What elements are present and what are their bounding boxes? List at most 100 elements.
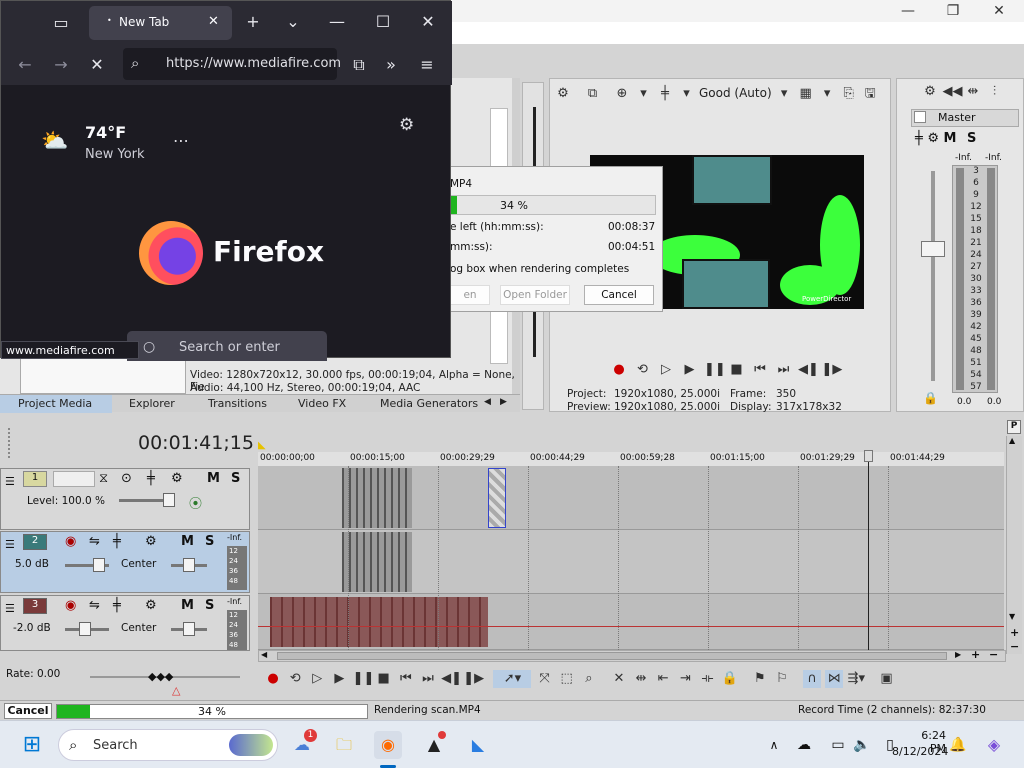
tab-overview-icon[interactable]: ▭ xyxy=(49,13,73,32)
audio-clip-event-3[interactable] xyxy=(270,597,488,647)
vertical-scrollbar[interactable]: ▲ ▼ + − xyxy=(1006,436,1022,654)
copy-snapshot-icon[interactable]: ⎘ xyxy=(840,85,858,103)
track-header-video-1[interactable]: ☰ 1 ⧖ ⊙ ╪ ⚙ M S Level: 100.0 % ⦿ xyxy=(0,468,250,530)
zoom-tool-icon[interactable]: ⌕ xyxy=(580,670,598,688)
normal-edit-tool-icon[interactable]: ➚▾ xyxy=(493,670,532,688)
url-bar[interactable]: ⌕ https://www.mediafire.com xyxy=(123,48,341,80)
marker-icon[interactable]: ⚑ xyxy=(751,670,769,688)
track-collapse-icon[interactable]: ☰ xyxy=(5,475,15,488)
back-arrow-icon[interactable]: ← xyxy=(13,55,37,74)
app-menu-icon[interactable]: ≡ xyxy=(415,55,439,74)
zoom-out-icon[interactable]: − xyxy=(1010,640,1019,653)
pause-icon[interactable]: ❚❚ xyxy=(353,670,375,688)
overlay-dropdown-icon[interactable]: ▾ xyxy=(818,85,836,103)
stop-icon[interactable]: ■ xyxy=(375,670,393,688)
track-solo-button[interactable]: S xyxy=(231,471,240,486)
master-s-button[interactable]: S xyxy=(967,131,976,146)
master-settings2-icon[interactable]: ⚙ xyxy=(927,131,939,146)
track-arm-record-icon[interactable]: ◉ xyxy=(65,598,76,613)
video-clip-events[interactable] xyxy=(342,468,412,528)
close-icon[interactable]: ✕ xyxy=(976,0,1022,22)
quality-dropdown-icon[interactable]: ▾ xyxy=(678,85,696,103)
track-name-field[interactable] xyxy=(53,471,95,487)
track-fx-icon[interactable]: ╪ xyxy=(113,534,121,549)
tab-explorer[interactable]: Explorer xyxy=(129,397,175,410)
timeline-ruler[interactable]: 00:00:00;00 00:00:15;00 00:00:29;29 00:00:4… xyxy=(258,452,1004,466)
taskbar-search-box[interactable]: ⌕ Search xyxy=(58,729,278,761)
network-disconnected-icon[interactable]: ☁ xyxy=(790,731,818,759)
scroll-down-icon[interactable]: ▼ xyxy=(1009,612,1015,621)
prev-frame-icon[interactable]: ◀❚ xyxy=(798,361,819,379)
pause-icon[interactable]: ❚❚ xyxy=(704,361,726,379)
scroll-up-icon[interactable]: ▲ xyxy=(1009,436,1015,445)
track-input-icon[interactable]: ⇋ xyxy=(89,598,100,613)
track-header-audio-2[interactable]: ☰ 2 ◉ ⇋ ╪ ⚙ M S -Inf. 5.0 dB Center 12 2… xyxy=(0,531,250,593)
master-lock-icon[interactable]: 🔒 xyxy=(923,391,938,405)
trim-icon[interactable]: ⇹ xyxy=(632,670,650,688)
track-solo-button[interactable]: S xyxy=(205,598,214,613)
timeline-zoom-out-icon[interactable]: − xyxy=(989,648,998,661)
go-to-end-icon[interactable]: ⏭ xyxy=(775,361,793,379)
track-pan-handle[interactable] xyxy=(183,622,195,636)
region-icon[interactable]: ⚐ xyxy=(773,670,791,688)
master-automation-icon[interactable]: ⫶ xyxy=(986,83,1004,101)
track-mute-button[interactable]: M xyxy=(207,471,220,486)
track-volume-handle[interactable] xyxy=(79,622,91,636)
track-motion-icon[interactable]: ⧖ xyxy=(99,471,108,486)
track-header-audio-3[interactable]: ☰ 3 ◉ ⇋ ╪ ⚙ M S -Inf. -2.0 dB Center 12 … xyxy=(0,595,250,651)
play-from-start-icon[interactable]: ▷ xyxy=(308,670,326,688)
scroll-left-icon[interactable]: ◀ xyxy=(261,650,267,659)
master-pan-icon[interactable]: ╪ xyxy=(915,131,923,146)
lock-icon[interactable]: 🔒 xyxy=(721,670,739,688)
overflow-chevrons-icon[interactable]: » xyxy=(379,55,403,74)
file-explorer-icon[interactable]: 🗀 xyxy=(330,731,358,759)
track-volume-handle[interactable] xyxy=(93,558,105,572)
stop-loading-icon[interactable]: ✕ xyxy=(85,55,109,74)
loop-icon[interactable]: ⟲ xyxy=(634,361,652,379)
next-frame-icon[interactable]: ❚▶ xyxy=(463,670,484,688)
play-icon[interactable]: ▶ xyxy=(681,361,699,379)
track-solo-button[interactable]: S xyxy=(205,534,214,549)
track-composite-icon[interactable]: ⊙ xyxy=(121,471,132,486)
vscode-like-app-icon[interactable]: ◣ xyxy=(464,731,492,759)
playhead-handle[interactable] xyxy=(864,450,873,462)
selected-video-event[interactable] xyxy=(488,468,506,528)
preview-quality-select[interactable]: Good (Auto) xyxy=(699,86,772,100)
master-settings-icon[interactable]: ⚙ xyxy=(921,83,939,101)
windows-start-icon[interactable]: ⊞ xyxy=(18,731,46,759)
copilot-icon[interactable]: ◈ xyxy=(980,731,1008,759)
master-m-button[interactable]: M xyxy=(944,131,957,146)
grip-handle[interactable] xyxy=(8,428,12,458)
window-maximize-icon[interactable]: ☐ xyxy=(371,12,395,31)
preview-device-icon[interactable]: ⧉ xyxy=(584,85,602,103)
envelope-tool-icon[interactable]: ⤧ xyxy=(536,670,554,688)
firefox-taskbar-icon[interactable]: ◉ xyxy=(374,731,402,759)
tab-close-icon[interactable]: ✕ xyxy=(208,14,219,29)
split-icon[interactable]: ⟛ xyxy=(699,670,717,688)
extensions-icon[interactable]: ⧉ xyxy=(347,55,371,75)
trim-start-icon[interactable]: ⇤ xyxy=(654,670,672,688)
zoom-in-icon[interactable]: + xyxy=(1010,626,1019,639)
volume-envelope-line[interactable] xyxy=(258,626,1004,627)
fx-icon[interactable]: ╪ xyxy=(656,85,674,103)
track-input-icon[interactable]: ⇋ xyxy=(89,534,100,549)
play-from-start-icon[interactable]: ▷ xyxy=(657,361,675,379)
tab-scroll-right-icon[interactable]: ▶ xyxy=(500,397,507,407)
forward-arrow-icon[interactable]: → xyxy=(49,55,73,74)
restore-icon[interactable]: ❐ xyxy=(930,0,976,22)
window-close-icon[interactable]: ✕ xyxy=(416,12,440,31)
selection-tool-icon[interactable]: ⬚ xyxy=(558,670,576,688)
split-screen-icon[interactable]: ⊕ xyxy=(613,85,631,103)
master-mute-icon[interactable]: ◀◀ xyxy=(943,83,963,101)
track-settings-icon[interactable]: ⚙ xyxy=(145,534,157,549)
record-icon[interactable]: ● xyxy=(264,670,282,688)
minimize-icon[interactable]: — xyxy=(885,0,931,22)
go-to-start-icon[interactable]: ⏮ xyxy=(397,670,415,688)
show-hidden-icons-chevron[interactable]: ∧ xyxy=(760,731,788,759)
playhead-cursor[interactable] xyxy=(868,452,869,650)
horizontal-scrollbar[interactable]: ◀ ▶ + − xyxy=(258,648,1006,662)
track-fx-icon[interactable]: ╪ xyxy=(113,598,121,613)
notifications-bell-icon[interactable]: 🔔 xyxy=(944,731,972,759)
record-icon[interactable]: ● xyxy=(610,361,628,379)
loop-playback-icon[interactable]: ⟲ xyxy=(286,670,304,688)
